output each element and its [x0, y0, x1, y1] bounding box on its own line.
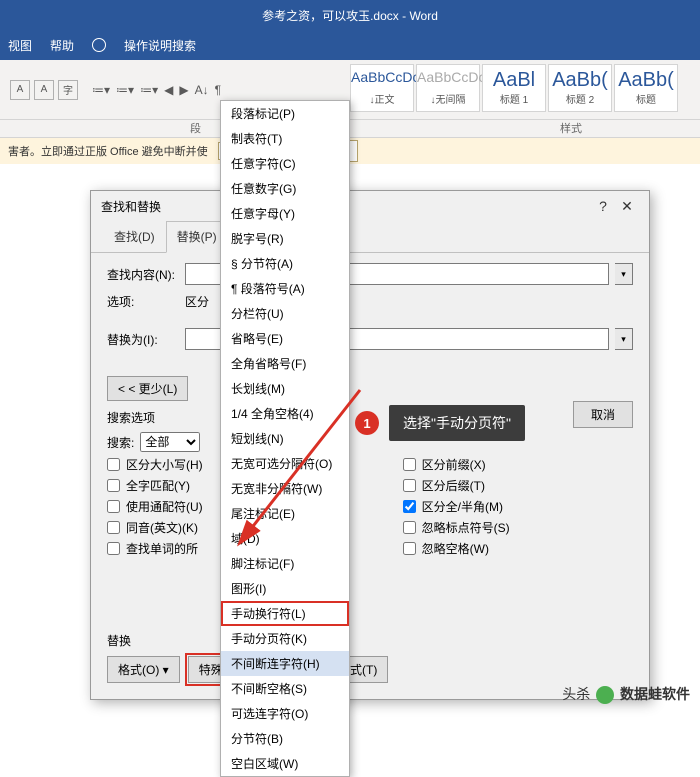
tab-find[interactable]: 查找(D) [103, 221, 166, 252]
left-options-col: 区分大小写(H) 全字匹配(Y) 使用通配符(U) 同音(英文)(K) 查找单词… [107, 456, 203, 561]
opt-whole-word[interactable] [107, 479, 120, 492]
dialog-action-buttons: 取消 [573, 401, 633, 428]
menu-item[interactable]: 手动换行符(L) [221, 601, 349, 626]
sort-icon[interactable]: A↓ [195, 83, 209, 97]
clear-format-icon[interactable]: A [10, 80, 30, 100]
style-heading1[interactable]: AaBl标题 1 [482, 64, 546, 112]
show-marks-icon[interactable]: ¶ [215, 83, 221, 97]
opt-sounds-like[interactable] [107, 521, 120, 534]
ribbon-font-group: A A 字 [4, 80, 78, 100]
menu-item[interactable]: 分节符(B) [221, 726, 349, 751]
opt-fullhalf[interactable] [403, 500, 416, 513]
doc-title: 参考之资，可以攻玉.docx - Word [262, 7, 438, 24]
format-button[interactable]: 格式(O) ▾ [107, 656, 180, 683]
multilevel-icon[interactable]: ≔▾ [140, 83, 158, 97]
replace-section-label: 替换 [107, 632, 131, 649]
menu-item[interactable]: 短划线(N) [221, 426, 349, 451]
styles-gallery[interactable]: AaBbCcDc↓正文 AaBbCcDc↓无间隔 AaBl标题 1 AaBb(标… [350, 64, 678, 112]
menu-item[interactable]: 可选连字符(O) [221, 701, 349, 726]
menu-item[interactable]: 段落标记(P) [221, 101, 349, 126]
indent-right-icon[interactable]: ▶ [179, 83, 188, 97]
lightbulb-icon [92, 38, 106, 52]
menu-item[interactable]: ¶ 段落符号(A) [221, 276, 349, 301]
style-normal[interactable]: AaBbCcDc↓正文 [350, 64, 414, 112]
enclose-char-icon[interactable]: 字 [58, 80, 78, 100]
menu-item[interactable]: 长划线(M) [221, 376, 349, 401]
opt-ignore-punct[interactable] [403, 521, 416, 534]
opt-suffix[interactable] [403, 479, 416, 492]
annotation-number: 1 [355, 411, 379, 435]
dialog-titlebar: 查找和替换 ? ✕ [91, 191, 649, 221]
bullets-icon[interactable]: ≔▾ [92, 83, 110, 97]
menu-item[interactable]: 任意字母(Y) [221, 201, 349, 226]
menu-help[interactable]: 帮助 [50, 37, 74, 54]
menu-item[interactable]: 图形(I) [221, 576, 349, 601]
replace-with-dropdown[interactable]: ▾ [615, 328, 633, 350]
opt-ignore-space[interactable] [403, 542, 416, 555]
tell-me-search[interactable]: 操作说明搜索 [124, 37, 196, 54]
find-replace-dialog: 查找和替换 ? ✕ 查找(D) 替换(P) 查找内容(N): ▾ 选项: 区分 … [90, 190, 650, 700]
menu-item[interactable]: 无宽可选分隔符(O) [221, 451, 349, 476]
special-format-menu: 段落标记(P)制表符(T)任意字符(C)任意数字(G)任意字母(Y)脱字号(R)… [220, 100, 350, 777]
menu-item[interactable]: 1/4 全角空格(4) [221, 401, 349, 426]
menu-item[interactable]: 省略号(E) [221, 326, 349, 351]
numbering-icon[interactable]: ≔▾ [116, 83, 134, 97]
annotation-callout: 1 选择"手动分页符" [355, 405, 525, 441]
menu-item[interactable]: 不间断连字符(H) [221, 651, 349, 676]
less-button[interactable]: < < 更少(L) [107, 376, 188, 401]
menu-item[interactable]: 全角省略号(F) [221, 351, 349, 376]
menu-item[interactable]: 任意数字(G) [221, 176, 349, 201]
style-nospacing[interactable]: AaBbCcDc↓无间隔 [416, 64, 480, 112]
menu-item[interactable]: 脱字号(R) [221, 226, 349, 251]
search-direction-select[interactable]: 全部 [140, 432, 200, 452]
menu-item[interactable]: 域(D) [221, 526, 349, 551]
dialog-title: 查找和替换 [101, 198, 161, 215]
search-direction-label: 搜索: [107, 434, 134, 451]
menu-item[interactable]: 任意字符(C) [221, 151, 349, 176]
menu-item[interactable]: 尾注标记(E) [221, 501, 349, 526]
find-what-label: 查找内容(N): [107, 266, 179, 283]
opt-wildcards[interactable] [107, 500, 120, 513]
tab-replace[interactable]: 替换(P) [166, 221, 228, 253]
menu-view[interactable]: 视图 [8, 37, 32, 54]
indent-left-icon[interactable]: ◀ [164, 83, 173, 97]
menu-item[interactable]: § 分节符(A) [221, 251, 349, 276]
cancel-button[interactable]: 取消 [573, 401, 633, 428]
menu-item[interactable]: 无宽非分隔符(W) [221, 476, 349, 501]
menu-item[interactable]: 手动分页符(K) [221, 626, 349, 651]
warning-text: 害者。立即通过正版 Office 避免中断并使 [8, 143, 208, 159]
menu-item[interactable]: 脚注标记(F) [221, 551, 349, 576]
opt-match-case[interactable] [107, 458, 120, 471]
section-styles: 样式 [560, 120, 582, 136]
ribbon-paragraph-group: ≔▾ ≔▾ ≔▾ ◀ ▶ A↓ ¶ [92, 83, 221, 97]
ribbon: A A 字 ≔▾ ≔▾ ≔▾ ◀ ▶ A↓ ¶ AaBbCcDc↓正文 AaBb… [0, 60, 700, 120]
right-options-col: 区分前缀(X) 区分后缀(T) 区分全/半角(M) 忽略标点符号(S) 忽略空格… [403, 456, 510, 561]
title-bar: 参考之资，可以攻玉.docx - Word [0, 0, 700, 30]
menu-item[interactable]: 空白区域(W) [221, 751, 349, 776]
dialog-tabs: 查找(D) 替换(P) [91, 221, 649, 253]
section-paragraph: 段 [190, 120, 201, 136]
frog-icon [596, 686, 614, 704]
opt-prefix[interactable] [403, 458, 416, 471]
style-heading2[interactable]: AaBb(标题 2 [548, 64, 612, 112]
menu-bar: 视图 帮助 操作说明搜索 [0, 30, 700, 60]
menu-item[interactable]: 不间断空格(S) [221, 676, 349, 701]
opt-word-forms[interactable] [107, 542, 120, 555]
activation-warning: 害者。立即通过正版 Office 避免中断并使 ffice 了解详细信息 [0, 138, 700, 164]
char-border-icon[interactable]: A [34, 80, 54, 100]
help-icon[interactable]: ? [591, 198, 615, 214]
close-icon[interactable]: ✕ [615, 198, 639, 215]
style-title[interactable]: AaBb(标题 [614, 64, 678, 112]
options-value: 区分 [185, 293, 209, 310]
replace-with-label: 替换为(I): [107, 331, 179, 348]
options-label: 选项: [107, 293, 179, 310]
find-what-dropdown[interactable]: ▾ [615, 263, 633, 285]
annotation-text: 选择"手动分页符" [389, 405, 525, 441]
menu-item[interactable]: 分栏符(U) [221, 301, 349, 326]
watermark: 头杀 数据蛙软件 [562, 684, 690, 704]
ribbon-section-labels: 段 样式 [0, 120, 700, 138]
menu-item[interactable]: 制表符(T) [221, 126, 349, 151]
